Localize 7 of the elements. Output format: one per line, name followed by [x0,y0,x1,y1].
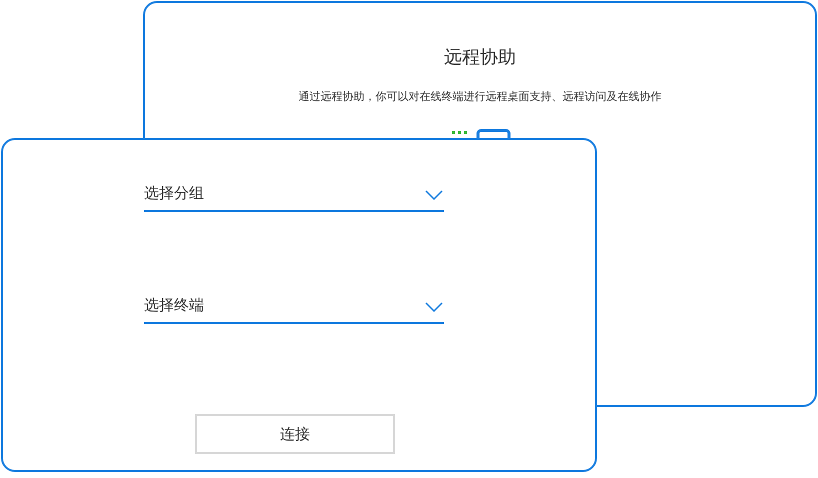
chevron-down-icon [425,302,443,312]
card-description: 通过远程协助，你可以对在线终端进行远程桌面支持、远程访问及在线协作 [298,89,662,104]
select-field[interactable]: 选择分组 [144,176,444,212]
select-field[interactable]: 选择终端 [144,288,444,324]
connect-button[interactable]: 连接 [195,414,395,454]
card-title: 远程协助 [444,46,516,69]
chevron-down-icon [425,190,443,200]
